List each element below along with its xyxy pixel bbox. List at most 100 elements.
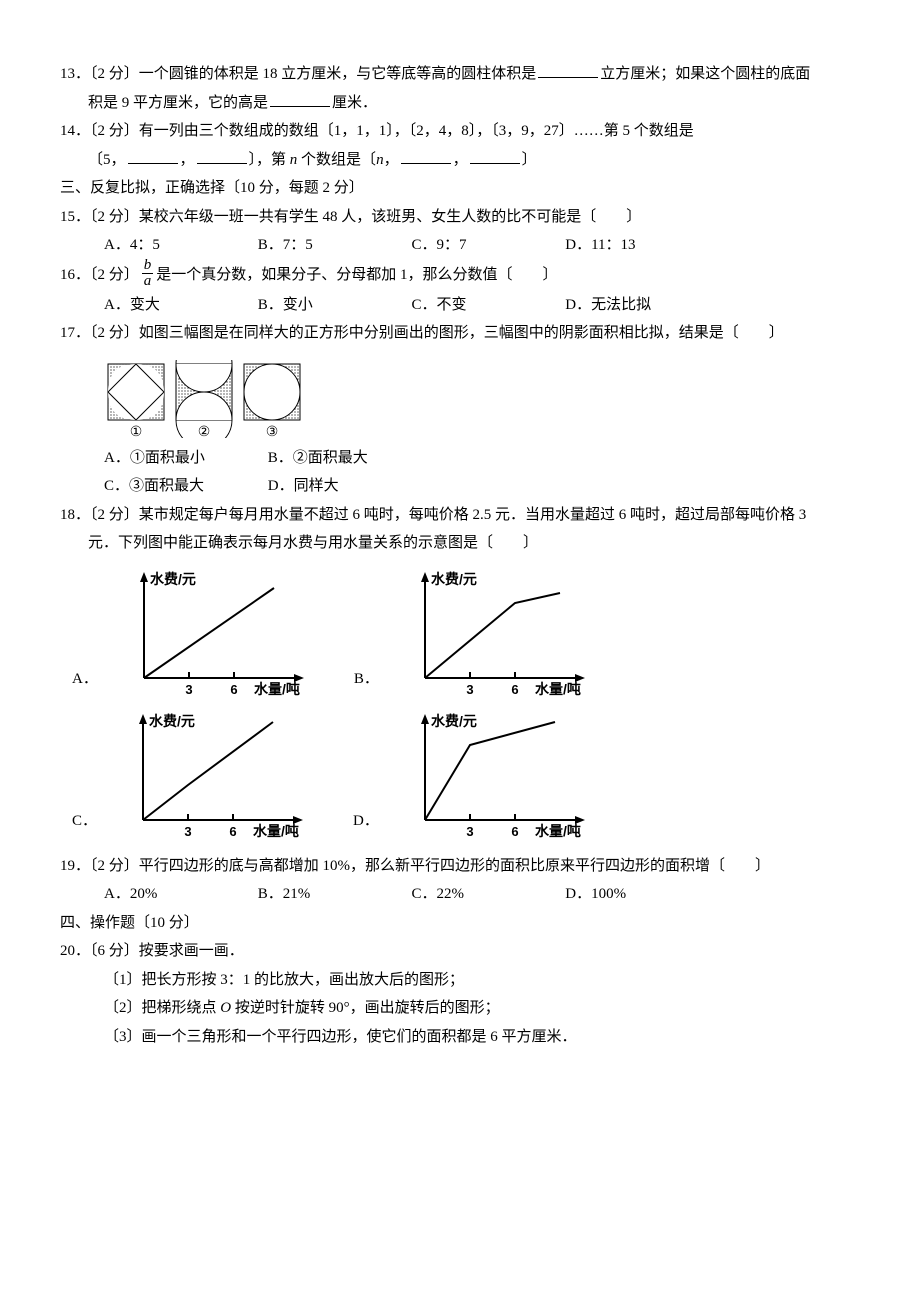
q17-figure-1: ① xyxy=(104,360,168,438)
q19-opt-b[interactable]: B．21% xyxy=(258,880,408,909)
q15-options: A．4：5 B．7：5 C．9：7 D．11：13 xyxy=(60,231,870,260)
q14-t5: ， xyxy=(384,152,399,168)
q17-opt-c[interactable]: C．③面积最大 xyxy=(104,472,264,501)
frac-den: a xyxy=(142,274,154,289)
frac-num: b xyxy=(142,258,154,274)
question-13: 13．〔2 分〕一个圆锥的体积是 18 立方厘米，与它等底等高的圆柱体积是 立方厘… xyxy=(60,60,870,89)
q17-options-row1: A．①面积最小 B．②面积最大 xyxy=(60,444,870,473)
q16-opt-d[interactable]: D．无法比拟 xyxy=(565,291,715,320)
chart-b-svg: 水费/元 3 6 水量/吨 xyxy=(385,568,595,698)
q15-opt-c[interactable]: C．9：7 xyxy=(412,231,562,260)
question-17: 17．〔2 分〕如图三幅图是在同样大的正方形中分别画出的图形，三幅图中的阴影面积… xyxy=(60,319,870,348)
svg-text:水量/吨: 水量/吨 xyxy=(254,681,300,697)
chart-c-svg: 水费/元 3 6 水量/吨 xyxy=(103,710,313,840)
svg-text:水费/元: 水费/元 xyxy=(149,713,195,729)
svg-text:③: ③ xyxy=(265,425,278,438)
q20-s2-pre: 〔2〕把梯形绕点 xyxy=(104,1000,220,1016)
q17-figure-2: ② xyxy=(172,360,236,438)
q14-blank-2[interactable] xyxy=(197,148,247,164)
q14-t3: 〕，第 xyxy=(249,152,290,168)
question-19: 19．〔2 分〕平行四边形的底与高都增加 10%，那么新平行四边形的面积比原来平… xyxy=(60,852,870,881)
q14-blank-4[interactable] xyxy=(470,148,520,164)
q20-sub2: 〔2〕把梯形绕点 O 按逆时针旋转 90°，画出旋转后的图形； xyxy=(60,994,870,1023)
svg-text:3: 3 xyxy=(185,682,192,697)
q20-sub1: 〔1〕把长方形按 3：1 的比放大，画出放大后的图形； xyxy=(60,966,870,995)
q20-sub3: 〔3〕画一个三角形和一个平行四边形，使它们的面积都是 6 平方厘米． xyxy=(60,1023,870,1052)
q16-pre: 16．〔2 分〕 xyxy=(60,266,139,282)
q19-opt-a[interactable]: A．20% xyxy=(104,880,254,909)
q18-letter-b: B． xyxy=(354,665,385,698)
q17-figure-3: ③ xyxy=(240,360,304,438)
svg-text:6: 6 xyxy=(511,824,518,839)
q17-opt-b[interactable]: B．②面积最大 xyxy=(268,444,428,473)
q13-text-d: 厘米． xyxy=(332,95,377,111)
q16-opt-b[interactable]: B．变小 xyxy=(258,291,408,320)
svg-text:6: 6 xyxy=(511,682,518,697)
svg-text:6: 6 xyxy=(229,824,236,839)
question-20: 20．〔6 分〕按要求画一画． xyxy=(60,937,870,966)
section-4-heading: 四、操作题〔10 分〕 xyxy=(60,909,870,938)
svg-text:6: 6 xyxy=(230,682,237,697)
question-15: 15．〔2 分〕某校六年级一班一共有学生 48 人，该班男、女生人数的比不可能是… xyxy=(60,203,870,232)
q13-text-b: 立方厘米；如果这个圆柱的底面 xyxy=(600,66,810,82)
q14-t1: 〔5， xyxy=(88,152,126,168)
q14-t2: ， xyxy=(180,152,195,168)
svg-text:水费/元: 水费/元 xyxy=(150,571,196,587)
q14-text-a: 14．〔2 分〕有一列由三个数组成的数组〔1，1，1〕，〔2，4，8〕，〔3，9… xyxy=(60,123,694,139)
q18-letter-a: A． xyxy=(72,665,104,698)
q13-blank-1[interactable] xyxy=(538,62,598,78)
q18-chart-a[interactable]: A． 水费/元 3 6 水量/吨 xyxy=(72,568,314,698)
q17-figures: ① ② ③ xyxy=(60,360,870,438)
q19-options: A．20% B．21% C．22% D．100% xyxy=(60,880,870,909)
q14-blank-1[interactable] xyxy=(128,148,178,164)
q17-options-row2: C．③面积最大 D．同样大 xyxy=(60,472,870,501)
q19-opt-d[interactable]: D．100% xyxy=(565,880,715,909)
svg-text:水费/元: 水费/元 xyxy=(431,571,477,587)
svg-text:水费/元: 水费/元 xyxy=(431,713,477,729)
fraction-b-over-a: ba xyxy=(142,258,154,289)
q18-chart-c[interactable]: C． 水费/元 3 6 水量/吨 xyxy=(72,710,313,840)
q18-letter-c: C． xyxy=(72,807,103,840)
chart-a-svg: 水费/元 3 6 水量/吨 xyxy=(104,568,314,698)
q18-chart-b[interactable]: B． 水费/元 3 6 水量/吨 xyxy=(354,568,595,698)
svg-text:3: 3 xyxy=(184,824,191,839)
q18-letter-d: D． xyxy=(353,807,385,840)
q17-opt-a[interactable]: A．①面积最小 xyxy=(104,444,264,473)
svg-text:3: 3 xyxy=(466,824,473,839)
q18-chart-d[interactable]: D． 水费/元 3 6 水量/吨 xyxy=(353,710,595,840)
q14-t7: 〕 xyxy=(522,152,537,168)
question-18-line2: 元．下列图中能正确表示每月水费与用水量关系的示意图是〔 〕 xyxy=(60,529,870,558)
q16-opt-c[interactable]: C．不变 xyxy=(412,291,562,320)
q13-text-c: 积是 9 平方厘米，它的高是 xyxy=(88,95,268,111)
svg-text:①: ① xyxy=(130,425,143,438)
q14-t6: ， xyxy=(453,152,468,168)
question-14-line2: 〔5，，〕，第 n 个数组是〔n，，〕 xyxy=(60,146,870,175)
q14-n2: n xyxy=(376,152,384,168)
q20-s2-post: 按逆时针旋转 90°，画出旋转后的图形； xyxy=(231,1000,500,1016)
svg-text:②: ② xyxy=(197,425,210,438)
q18-charts: A． 水费/元 3 6 水量/吨 B． xyxy=(60,568,870,840)
svg-text:水量/吨: 水量/吨 xyxy=(535,681,581,697)
svg-text:3: 3 xyxy=(466,682,473,697)
q15-opt-a[interactable]: A．4：5 xyxy=(104,231,254,260)
question-18: 18．〔2 分〕某市规定每户每月用水量不超过 6 吨时，每吨价格 2.5 元．当… xyxy=(60,501,870,530)
question-16: 16．〔2 分〕ba是一个真分数，如果分子、分母都加 1，那么分数值〔 〕 xyxy=(60,260,870,291)
q16-post: 是一个真分数，如果分子、分母都加 1，那么分数值〔 〕 xyxy=(156,266,557,282)
q15-opt-b[interactable]: B．7：5 xyxy=(258,231,408,260)
q15-opt-d[interactable]: D．11：13 xyxy=(565,231,715,260)
q14-blank-3[interactable] xyxy=(401,148,451,164)
q16-options: A．变大 B．变小 C．不变 D．无法比拟 xyxy=(60,291,870,320)
q13-text-a: 13．〔2 分〕一个圆锥的体积是 18 立方厘米，与它等底等高的圆柱体积是 xyxy=(60,66,536,82)
svg-text:水量/吨: 水量/吨 xyxy=(535,823,581,839)
svg-text:水量/吨: 水量/吨 xyxy=(253,823,299,839)
section-3-heading: 三、反复比拟，正确选择〔10 分，每题 2 分〕 xyxy=(60,174,870,203)
q19-opt-c[interactable]: C．22% xyxy=(412,880,562,909)
question-14: 14．〔2 分〕有一列由三个数组成的数组〔1，1，1〕，〔2，4，8〕，〔3，9… xyxy=(60,117,870,146)
chart-d-svg: 水费/元 3 6 水量/吨 xyxy=(385,710,595,840)
question-13-line2: 积是 9 平方厘米，它的高是 厘米． xyxy=(60,89,870,118)
q13-blank-2[interactable] xyxy=(270,91,330,107)
q14-t4: 个数组是〔 xyxy=(297,152,376,168)
q20-s2-o: O xyxy=(220,1000,231,1016)
q16-opt-a[interactable]: A．变大 xyxy=(104,291,254,320)
q17-opt-d[interactable]: D．同样大 xyxy=(268,472,428,501)
